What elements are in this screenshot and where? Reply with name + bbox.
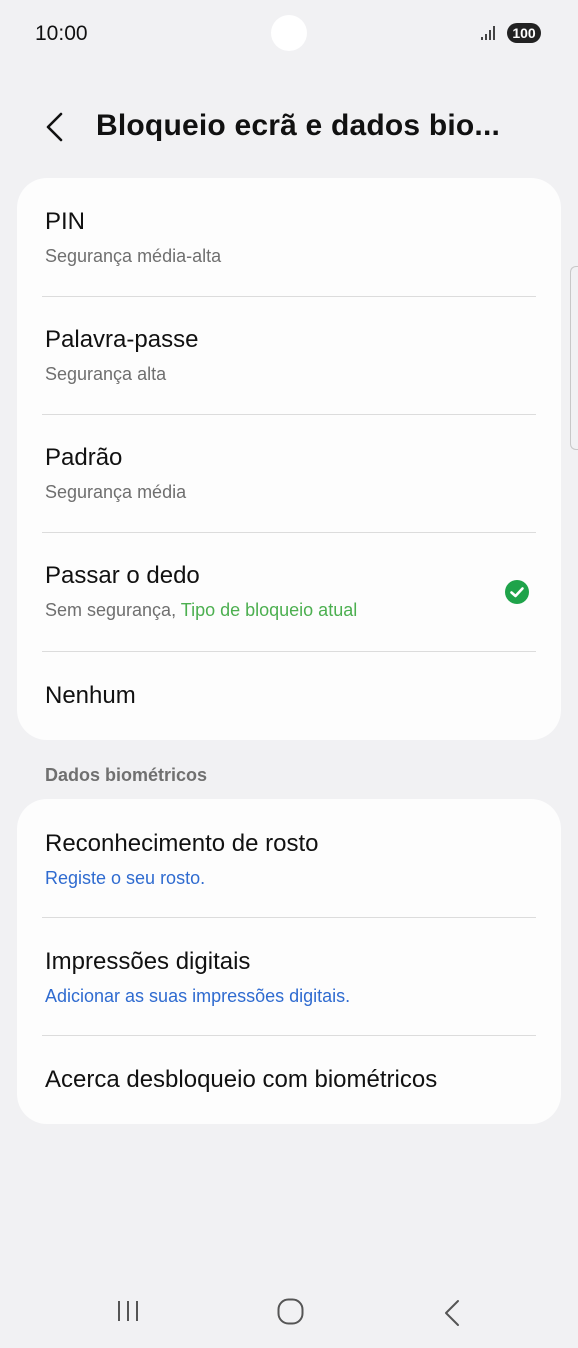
lock-option-pattern[interactable]: Padrão Segurança média	[17, 415, 561, 532]
item-subtitle: Registe o seu rosto.	[45, 868, 206, 888]
check-circle-icon	[505, 580, 529, 604]
navigation-bar	[0, 1275, 578, 1348]
section-header-biometrics: Dados biométricos	[45, 765, 208, 785]
lock-option-pin[interactable]: PIN Segurança média-alta	[17, 178, 561, 296]
recent-apps-icon[interactable]	[115, 1299, 143, 1323]
scrollbar[interactable]	[570, 266, 578, 450]
biometric-about[interactable]: Acerca desbloqueio com biométricos	[17, 1036, 561, 1124]
item-title: Nenhum	[45, 682, 136, 709]
home-icon[interactable]	[277, 1298, 304, 1325]
item-title: Padrão	[45, 444, 123, 471]
chevron-left-icon[interactable]	[38, 109, 74, 145]
item-subtitle: Adicionar as suas impressões digitais.	[45, 986, 351, 1006]
biometrics-card: Reconhecimento de rosto Registe o seu ro…	[17, 799, 561, 1124]
lock-option-password[interactable]: Palavra-passe Segurança alta	[17, 297, 561, 414]
biometric-face-recognition[interactable]: Reconhecimento de rosto Registe o seu ro…	[17, 799, 561, 917]
item-title: PIN	[45, 208, 86, 235]
lock-type-card: PIN Segurança média-alta Palavra-passe S…	[17, 178, 561, 740]
current-lock-label: Tipo de bloqueio atual	[180, 600, 358, 620]
item-title: Acerca desbloqueio com biométricos	[45, 1066, 438, 1093]
lock-option-swipe[interactable]: Passar o dedo Sem segurança, Tipo de blo…	[17, 533, 561, 651]
item-title: Passar o dedo	[45, 562, 200, 589]
item-subtitle: Segurança média	[45, 482, 187, 502]
nav-back-icon[interactable]	[441, 1299, 463, 1327]
item-subtitle: Segurança alta	[45, 364, 167, 384]
item-title: Reconhecimento de rosto	[45, 830, 319, 857]
camera-cutout	[271, 15, 307, 51]
battery-icon: 100	[507, 23, 541, 43]
item-title: Impressões digitais	[45, 948, 251, 975]
subtitle-security: Sem segurança,	[45, 600, 181, 620]
biometric-fingerprints[interactable]: Impressões digitais Adicionar as suas im…	[17, 918, 561, 1035]
item-subtitle: Segurança média-alta	[45, 246, 222, 266]
item-subtitle: Sem segurança, Tipo de bloqueio atual	[45, 600, 357, 621]
page-title: Bloqueio ecrã e dados bio...	[96, 109, 501, 142]
status-time: 10:00	[35, 22, 88, 45]
item-title: Palavra-passe	[45, 326, 199, 353]
lock-option-none[interactable]: Nenhum	[17, 652, 561, 740]
status-bar: 10:00 100	[0, 0, 578, 70]
signal-icon	[481, 26, 495, 40]
app-header: Bloqueio ecrã e dados bio...	[0, 95, 578, 165]
